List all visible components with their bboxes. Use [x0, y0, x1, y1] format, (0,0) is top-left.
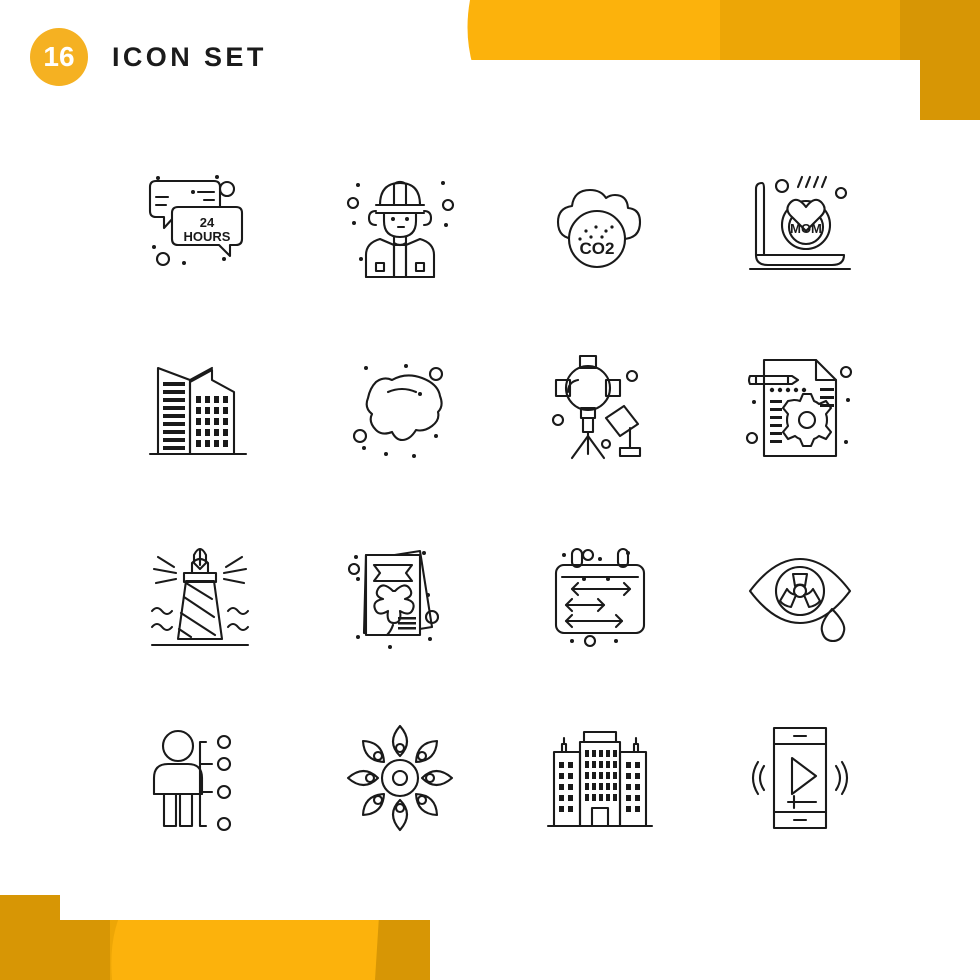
icon-cell-7[interactable]: [500, 315, 700, 500]
icon-cell-9[interactable]: [100, 500, 300, 685]
mothers-day-laptop-icon: MOM: [748, 175, 852, 270]
icon-cell-11[interactable]: [500, 500, 700, 685]
smartphone-media-player-icon: [751, 726, 849, 829]
icon-cell-16[interactable]: [700, 685, 900, 870]
icon-cell-4[interactable]: MOM: [700, 130, 900, 315]
lighthouse-pen-icon: [150, 547, 250, 646]
svg-text:CO2: CO2: [580, 239, 615, 258]
24-hours-chat-support-icon: 24 HOURS: [148, 174, 244, 266]
icon-cell-1[interactable]: 24 HOURS: [100, 130, 300, 315]
office-building-icon: [546, 730, 654, 827]
icon-set-poster: 16 ICON SET 24 HOURS CO2 MOM: [0, 0, 980, 980]
page-title: ICON SET: [112, 41, 267, 72]
icon-cell-12[interactable]: [700, 500, 900, 685]
co2-cloud-icon: CO2: [556, 188, 642, 268]
construction-worker-icon: [346, 180, 455, 278]
poster-header: 16 ICON SET: [30, 28, 267, 86]
svg-text:MOM: MOM: [790, 221, 822, 236]
measurement-board-icon: [554, 547, 646, 647]
icon-cell-2[interactable]: [300, 130, 500, 315]
icon-cell-5[interactable]: [100, 315, 300, 500]
eye-radiation-tear-icon: [748, 557, 852, 642]
clover-flyer-icon: [347, 549, 440, 649]
skyscraper-buildings-icon: [148, 366, 248, 455]
stain-blob-icon: [352, 363, 444, 458]
person-skills-list-icon: [152, 729, 232, 831]
icon-grid: 24 HOURS CO2 MOM: [100, 130, 900, 870]
icon-cell-3[interactable]: CO2: [500, 130, 700, 315]
icon-cell-13[interactable]: [100, 685, 300, 870]
icon-cell-14[interactable]: [300, 685, 500, 870]
icon-cell-15[interactable]: [500, 685, 700, 870]
icon-cell-10[interactable]: [300, 500, 500, 685]
rangoli-flower-icon: [346, 724, 454, 831]
document-settings-gear-icon: [745, 358, 853, 457]
icon-count-badge: 16: [30, 28, 88, 86]
svg-text:HOURS: HOURS: [184, 229, 231, 244]
svg-text:24: 24: [200, 215, 215, 230]
studio-light-tripod-icon: [551, 354, 642, 459]
icon-cell-6[interactable]: [300, 315, 500, 500]
icon-cell-8[interactable]: [700, 315, 900, 500]
